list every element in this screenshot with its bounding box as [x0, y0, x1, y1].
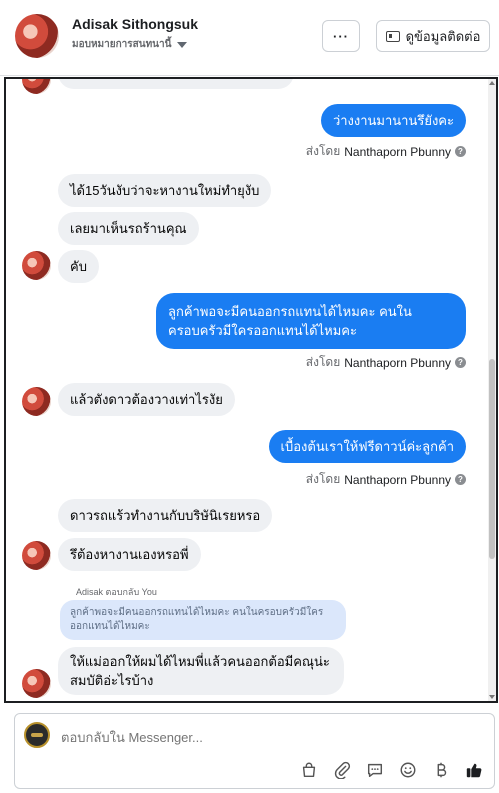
message-bubble-outgoing: ว่างงานมานานรึยังคะ	[320, 104, 466, 137]
sender-avatar	[22, 669, 51, 698]
reply-context-label: Adisak ตอบกลับ You	[76, 587, 157, 597]
assign-label: มอบหมายการสนทนานี้	[72, 39, 172, 50]
sent-by-prefix: ส่งโดย	[305, 355, 341, 369]
message-bubble-incoming: คับ	[58, 250, 99, 283]
agent-name: Nanthaporn Pbunny	[344, 355, 451, 370]
sent-by-line: ส่งโดย Nanthaporn Pbunny ?	[306, 142, 466, 161]
sent-by-prefix: ส่งโดย	[305, 472, 341, 486]
sent-by-line: ส่งโดย Nanthaporn Pbunny ?	[306, 470, 466, 489]
assign-conversation-dropdown[interactable]: มอบหมายการสนทนานี้	[72, 37, 188, 52]
sender-avatar	[22, 387, 51, 416]
sent-by-prefix: ส่งโดย	[305, 144, 341, 158]
caret-down-icon	[177, 41, 188, 48]
message-bubble-incoming: แล้วตังดาวต้องวางเท่าไรงัย	[58, 383, 235, 416]
quoted-message[interactable]: ลูกค้าพอจะมีคนออกรถแทนได้ไหมคะ คนในครอบค…	[60, 600, 346, 640]
saved-reply-icon[interactable]	[365, 760, 385, 780]
agent-name: Nanthaporn Pbunny	[344, 144, 451, 159]
view-contact-button[interactable]: ดูข้อมูลติดต่อ	[376, 20, 490, 52]
contact-card-icon	[385, 30, 400, 42]
message-bubble-partial	[58, 79, 294, 89]
baht-icon[interactable]	[431, 760, 451, 780]
agent-name: Nanthaporn Pbunny	[344, 472, 451, 487]
scroll-up-arrow-icon[interactable]	[489, 81, 495, 85]
reply-input[interactable]	[61, 730, 461, 745]
contact-name[interactable]: Adisak Sithongsuk	[72, 16, 198, 32]
info-icon[interactable]: ?	[455, 474, 466, 485]
sender-avatar	[22, 79, 51, 94]
message-thread[interactable]: ว่างงานมานานรึยังคะ ส่งโดย Nanthaporn Pb…	[4, 77, 498, 703]
emoji-icon[interactable]	[398, 760, 418, 780]
message-bubble-outgoing: เบื้องต้นเราให้ฟรีดาวน์ค่ะลูกค้า	[268, 430, 466, 463]
message-bubble-outgoing: ลูกค้าพอจะมีคนออกรถแทนได้ไหมคะ คนใน ครอบ…	[156, 293, 466, 349]
paperclip-icon[interactable]	[332, 760, 352, 780]
sent-by-line: ส่งโดย Nanthaporn Pbunny ?	[306, 353, 466, 372]
thumbs-up-icon[interactable]	[464, 760, 484, 780]
page-avatar	[24, 722, 50, 748]
message-bubble-incoming: ให้แม่ออกให้ผมได้ไหมพี่แล้วคนออกต้อมีคณุ…	[58, 647, 344, 695]
sender-avatar	[22, 251, 51, 280]
message-bubble-incoming: เลยมาเห็นรถร้านคุณ	[58, 212, 199, 245]
sender-avatar	[22, 541, 51, 570]
composer-toolbar	[299, 759, 484, 781]
info-icon[interactable]: ?	[455, 146, 466, 157]
conversation-header: Adisak Sithongsuk มอบหมายการสนทนานี้ ···…	[0, 0, 499, 76]
scrollbar[interactable]	[488, 79, 496, 701]
more-options-button[interactable]: ···	[322, 20, 360, 52]
scroll-down-arrow-icon[interactable]	[489, 695, 495, 699]
message-bubble-incoming: รึต้องหางานเองหรอพี่	[58, 538, 201, 571]
ellipsis-icon: ···	[333, 28, 349, 44]
message-bubble-incoming: ได้15วันงับว่าจะหางานใหม่ทำยุงับ	[58, 174, 272, 207]
bag-icon[interactable]	[299, 760, 319, 780]
scrollbar-thumb[interactable]	[489, 359, 495, 559]
info-icon[interactable]: ?	[455, 357, 466, 368]
message-bubble-incoming: ดาวรถแร้วทำงานกับบริษันิเรยหรอ	[58, 499, 273, 532]
reply-composer	[14, 713, 495, 789]
view-contact-label: ดูข้อมูลติดต่อ	[405, 28, 481, 44]
contact-avatar[interactable]	[15, 14, 59, 58]
